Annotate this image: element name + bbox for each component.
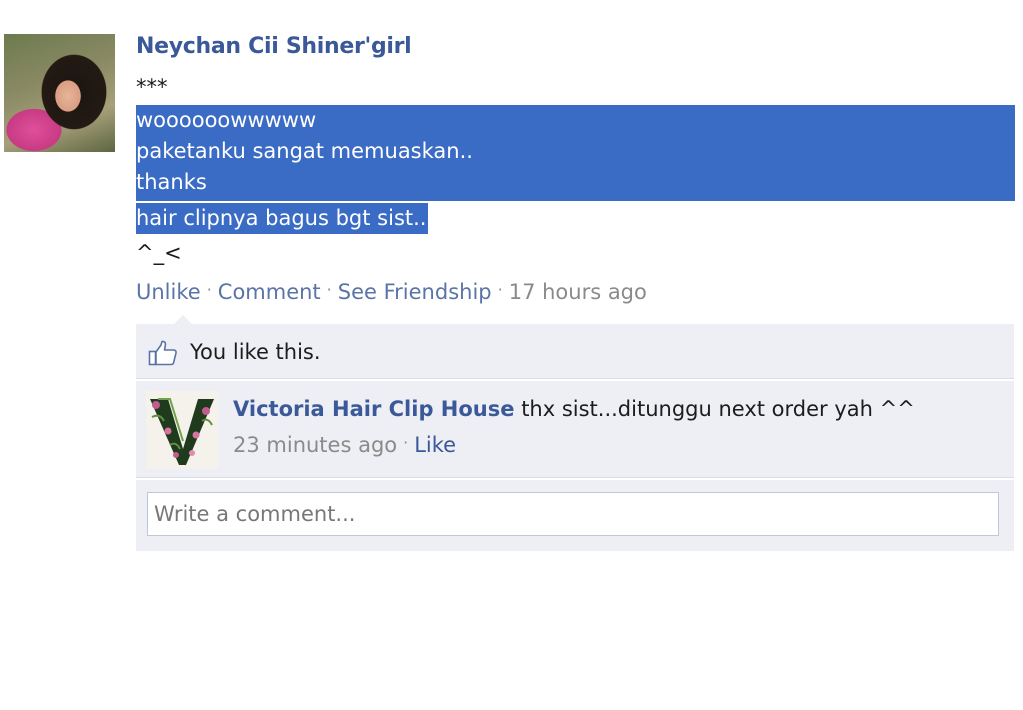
post-actions: Unlike · Comment · See Friendship · 17 hours a…	[136, 280, 647, 304]
comment-text: thx sist...ditunggu next order yah ^^	[521, 397, 915, 421]
post-text-line: woooooowwwww	[136, 108, 317, 132]
poster-name[interactable]: Neychan Cii Shiner'girl	[136, 34, 412, 59]
post-text-line: paketanku sangat memuaskan..	[136, 139, 473, 163]
letter-v-logo-icon	[150, 398, 214, 465]
comment-link[interactable]: Comment	[218, 280, 321, 304]
separator: ·	[497, 280, 503, 299]
panel-caret	[174, 315, 192, 324]
post-text-line: thanks	[136, 170, 207, 194]
comment-item: Victoria Hair Clip House thx sist...ditu…	[136, 381, 1014, 478]
unlike-link[interactable]: Unlike	[136, 280, 201, 304]
comment-meta: 23 minutes ago · Like	[233, 433, 456, 457]
comment-body: Victoria Hair Clip House thx sist...ditu…	[233, 397, 915, 421]
commenter-name[interactable]: Victoria Hair Clip House	[233, 397, 515, 421]
separator: ·	[403, 433, 409, 452]
selected-text-block: woooooowwwww paketanku sangat memuaskan.…	[136, 105, 1015, 201]
thumbs-up-icon	[148, 340, 177, 366]
post-timestamp[interactable]: 17 hours ago	[509, 280, 647, 304]
poster-avatar[interactable]	[4, 34, 115, 152]
see-friendship-link[interactable]: See Friendship	[338, 280, 492, 304]
write-comment-area	[136, 480, 1014, 551]
separator: ·	[326, 280, 332, 299]
commenter-avatar[interactable]	[146, 391, 218, 469]
comment-timestamp[interactable]: 23 minutes ago	[233, 433, 397, 457]
likes-text: You like this.	[190, 340, 321, 364]
post-text-line: ^_<	[136, 241, 182, 265]
comment-like-link[interactable]: Like	[414, 433, 456, 457]
post-text-line: ***	[136, 75, 168, 99]
separator: ·	[206, 280, 212, 299]
write-comment-input[interactable]	[147, 492, 999, 536]
post-text-line: hair clipnya bagus bgt sist..	[136, 203, 429, 234]
likes-summary: You like this.	[136, 324, 1014, 379]
